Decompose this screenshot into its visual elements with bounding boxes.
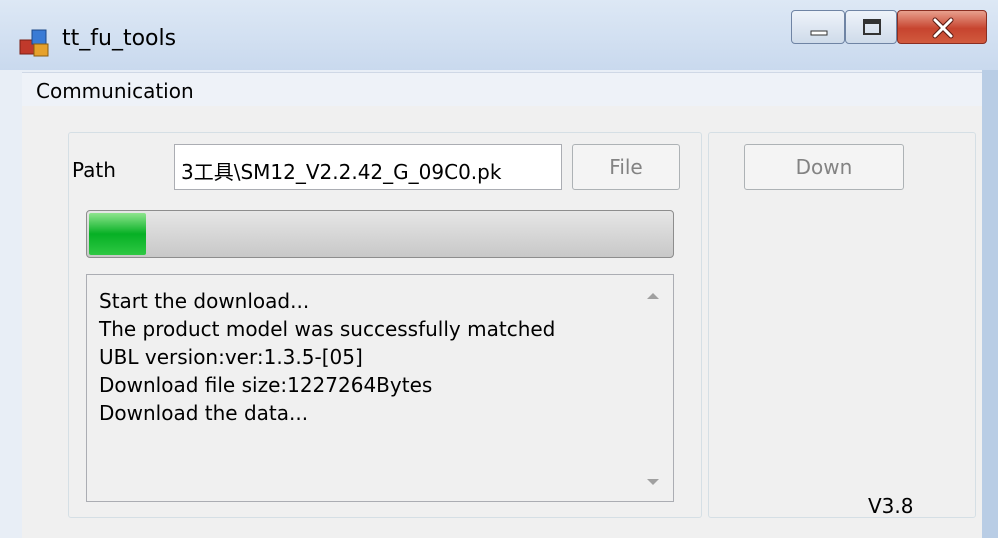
main-panel: Path 3工具\SM12_V2.2.42_G_09C0.pk File Dow…	[22, 106, 982, 538]
log-line: UBL version:ver:1.3.5-[05]	[99, 345, 363, 369]
scroll-down-icon[interactable]	[647, 479, 659, 485]
window-frame-edge	[982, 0, 998, 538]
log-lines: Start the download... The product model …	[99, 287, 555, 427]
log-line: Start the download...	[99, 289, 310, 313]
menu-communication[interactable]: Communication	[36, 79, 194, 103]
log-scrollbar[interactable]	[639, 275, 673, 501]
maximize-icon	[846, 19, 898, 49]
progress-bar	[86, 210, 674, 258]
close-icon	[898, 17, 988, 49]
app-icon	[18, 26, 52, 60]
path-input[interactable]: 3工具\SM12_V2.2.42_G_09C0.pk	[174, 144, 562, 190]
minimize-button[interactable]	[791, 10, 845, 44]
menu-bar: Communication	[22, 72, 982, 107]
log-line: Download the data...	[99, 401, 309, 425]
close-button[interactable]	[897, 10, 987, 44]
maximize-button[interactable]	[845, 10, 897, 44]
log-line: Download file size:1227264Bytes	[99, 373, 433, 397]
file-button[interactable]: File	[572, 144, 680, 190]
version-label: V3.8	[868, 494, 914, 518]
scroll-up-icon[interactable]	[647, 293, 659, 299]
path-label: Path	[72, 158, 116, 182]
log-textarea[interactable]: Start the download... The product model …	[86, 274, 674, 502]
window-title: tt_fu_tools	[62, 26, 177, 51]
down-button[interactable]: Down	[744, 144, 904, 190]
minimize-icon	[792, 30, 846, 49]
log-line: The product model was successfully match…	[99, 317, 556, 341]
title-bar[interactable]: tt_fu_tools	[0, 0, 998, 70]
progress-fill	[89, 213, 146, 255]
app-window: tt_fu_tools Communication Path 3工具\SM12_…	[0, 0, 998, 538]
